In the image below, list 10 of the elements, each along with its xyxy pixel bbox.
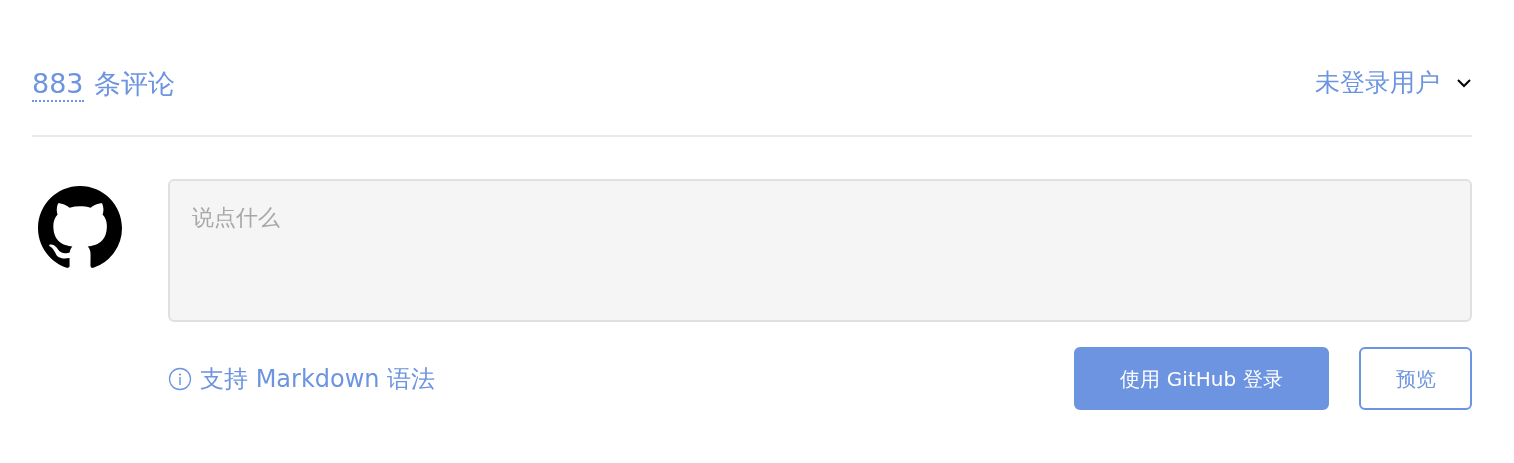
comments-label: 条评论	[93, 67, 175, 101]
avatar-icon	[38, 186, 122, 270]
comment-count-link[interactable]: 883	[32, 68, 84, 103]
login-button[interactable]: 使用 GitHub 登录	[1074, 347, 1329, 410]
comment-field[interactable]: 说点什么	[168, 179, 1472, 322]
markdown-link[interactable]: 支持 Markdown 语法	[168, 360, 436, 397]
caret-icon	[1456, 77, 1472, 88]
user-menu[interactable]: 未登录用户	[1315, 60, 1472, 102]
preview-button[interactable]: 预览	[1359, 347, 1472, 410]
info-icon	[168, 366, 192, 391]
